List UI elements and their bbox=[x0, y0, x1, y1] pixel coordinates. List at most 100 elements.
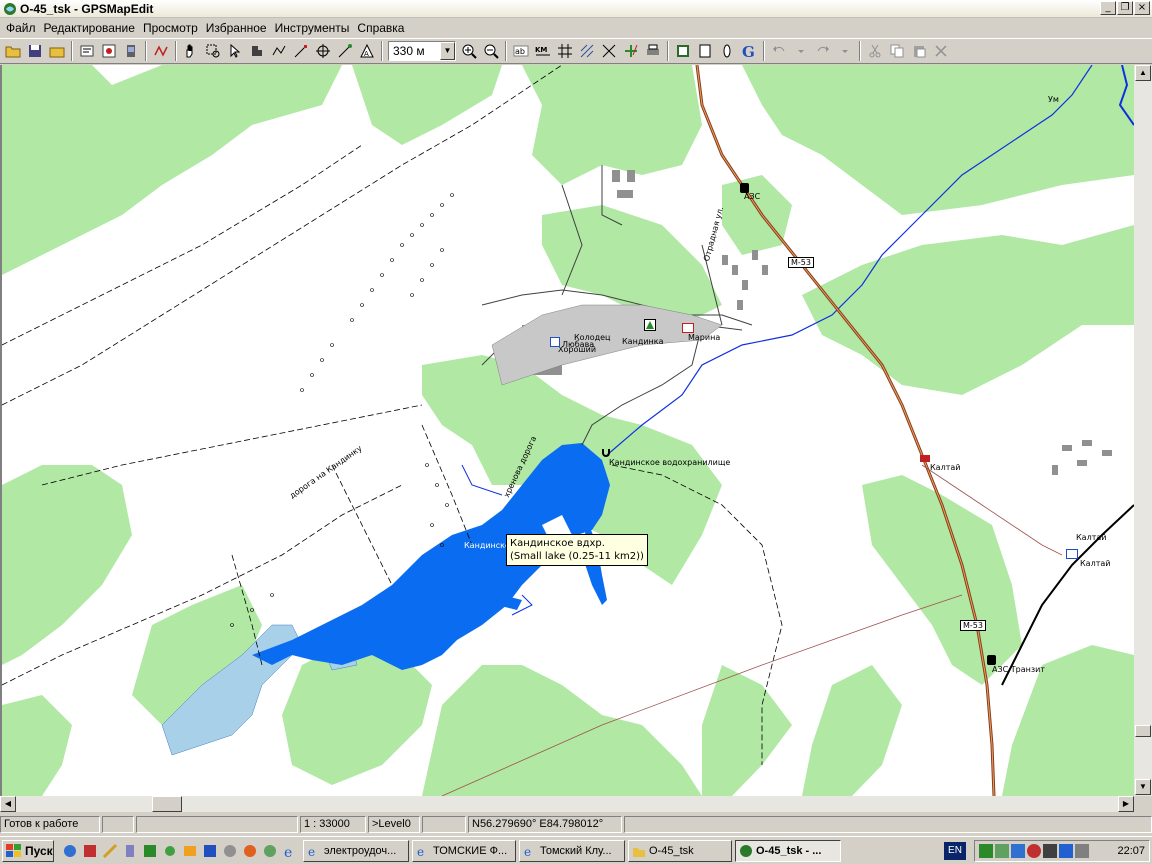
label-kandinsko: Кандинско bbox=[464, 541, 510, 550]
ie-icon[interactable]: e bbox=[280, 841, 300, 861]
task-item[interactable]: e электроудоч... bbox=[303, 839, 409, 862]
undo-icon[interactable] bbox=[768, 40, 790, 62]
scale-select[interactable]: 330 м ▼ bbox=[388, 41, 456, 61]
chevron-down-icon[interactable]: ▼ bbox=[440, 42, 455, 60]
zoom-rect-icon[interactable] bbox=[202, 40, 224, 62]
node-icon[interactable] bbox=[290, 40, 312, 62]
pointer-icon[interactable] bbox=[224, 40, 246, 62]
tray-icon[interactable] bbox=[1043, 844, 1057, 858]
redo-dropdown-icon[interactable] bbox=[834, 40, 856, 62]
scroll-left-button[interactable]: ◀ bbox=[0, 796, 16, 812]
move-icon[interactable] bbox=[312, 40, 334, 62]
labels-ab-icon[interactable]: ab bbox=[510, 40, 532, 62]
tray-icon[interactable] bbox=[979, 844, 993, 858]
firefox-icon[interactable] bbox=[240, 841, 260, 861]
vertical-scrollbar[interactable]: ▲ ▼ bbox=[1134, 65, 1152, 796]
quicklaunch-icon[interactable] bbox=[140, 841, 160, 861]
menu-file[interactable]: Файл bbox=[2, 21, 40, 35]
transform-icon[interactable] bbox=[334, 40, 356, 62]
task-item[interactable]: O-45_tsk bbox=[628, 839, 732, 862]
properties-icon[interactable] bbox=[76, 40, 98, 62]
close-button[interactable]: × bbox=[1134, 1, 1150, 15]
map-canvas[interactable]: Ум АЗС М-53 М-53 Отрадная ул. Колодец Лю… bbox=[0, 65, 1134, 796]
zoom-out-icon[interactable] bbox=[480, 40, 502, 62]
bus-stop-icon[interactable] bbox=[920, 455, 930, 462]
menu-view[interactable]: Просмотр bbox=[139, 21, 202, 35]
scroll-down-button[interactable]: ▼ bbox=[1135, 779, 1151, 795]
minimize-button[interactable]: _ bbox=[1100, 1, 1116, 15]
menu-tools[interactable]: Инструменты bbox=[271, 21, 354, 35]
label-horoshiy: Хороший bbox=[558, 345, 597, 354]
start-button[interactable]: Пуск bbox=[2, 839, 54, 862]
tray-icon[interactable] bbox=[1059, 844, 1073, 858]
open-icon[interactable] bbox=[2, 40, 24, 62]
horizontal-scrollbar[interactable]: ◀ ▶ bbox=[0, 796, 1134, 812]
tray-icon[interactable] bbox=[1027, 844, 1041, 858]
delete-icon[interactable] bbox=[930, 40, 952, 62]
shop-icon[interactable] bbox=[550, 337, 560, 347]
quicklaunch-icon[interactable] bbox=[160, 841, 180, 861]
task-item-active[interactable]: O-45_tsk - ... bbox=[735, 839, 841, 862]
anchor-icon[interactable] bbox=[602, 449, 610, 457]
tray-icon[interactable] bbox=[1075, 844, 1089, 858]
label-kandinka: Кандинка bbox=[622, 337, 664, 346]
cut-icon[interactable] bbox=[864, 40, 886, 62]
polyline-icon[interactable] bbox=[268, 40, 290, 62]
task-item[interactable]: e Томский Клу... bbox=[519, 839, 625, 862]
monument-icon[interactable] bbox=[644, 319, 656, 331]
quicklaunch-icon[interactable] bbox=[100, 841, 120, 861]
app-icon bbox=[4, 2, 16, 15]
gps-icon[interactable] bbox=[120, 40, 142, 62]
scroll-up-button[interactable]: ▲ bbox=[1135, 65, 1151, 81]
quicklaunch-icon[interactable] bbox=[200, 841, 220, 861]
shop-icon[interactable] bbox=[682, 323, 694, 333]
zoom-in-icon[interactable] bbox=[458, 40, 480, 62]
pan-icon[interactable] bbox=[246, 40, 268, 62]
route-icon[interactable] bbox=[598, 40, 620, 62]
fuel-icon[interactable] bbox=[740, 183, 749, 193]
info-icon[interactable] bbox=[716, 40, 738, 62]
menu-edit[interactable]: Редактирование bbox=[40, 21, 139, 35]
label-kaltay-1: Калтай bbox=[930, 463, 961, 472]
horizontal-scroll-thumb[interactable] bbox=[152, 796, 182, 812]
task-item[interactable]: e ТОМСКИЕ Ф... bbox=[412, 839, 516, 862]
scale-km-icon[interactable]: KM bbox=[532, 40, 554, 62]
vertical-scroll-thumb[interactable] bbox=[1135, 725, 1151, 737]
quicklaunch-icon[interactable] bbox=[60, 841, 80, 861]
redo-icon[interactable] bbox=[812, 40, 834, 62]
station-icon[interactable] bbox=[1066, 549, 1078, 559]
quicklaunch-icon[interactable] bbox=[220, 841, 240, 861]
menu-favorites[interactable]: Избранное bbox=[202, 21, 271, 35]
restore-button[interactable]: ❐ bbox=[1117, 1, 1133, 15]
label-azs-tranzit: АЗС Транзит bbox=[992, 665, 1045, 674]
tray-icon[interactable] bbox=[1011, 844, 1025, 858]
tray-icon[interactable] bbox=[995, 844, 1009, 858]
hand-icon[interactable] bbox=[180, 40, 202, 62]
quicklaunch-icon[interactable] bbox=[260, 841, 280, 861]
layers-icon[interactable] bbox=[672, 40, 694, 62]
fuel-icon[interactable] bbox=[987, 655, 996, 665]
hatch-icon[interactable] bbox=[576, 40, 598, 62]
save-icon[interactable] bbox=[24, 40, 46, 62]
quicklaunch-icon[interactable] bbox=[120, 841, 140, 861]
google-icon[interactable]: G bbox=[738, 40, 760, 62]
clock[interactable]: 22:07 bbox=[1117, 845, 1145, 857]
quicklaunch-icon[interactable] bbox=[80, 841, 100, 861]
plus-icon[interactable] bbox=[620, 40, 642, 62]
label-azs: АЗС bbox=[744, 192, 761, 201]
print-icon[interactable] bbox=[642, 40, 664, 62]
menu-help[interactable]: Справка bbox=[353, 21, 408, 35]
paste-icon[interactable] bbox=[908, 40, 930, 62]
status-level: >Level0 bbox=[368, 815, 420, 833]
scroll-right-button[interactable]: ▶ bbox=[1118, 796, 1134, 812]
label-icon[interactable]: A bbox=[356, 40, 378, 62]
folder-icon[interactable] bbox=[46, 40, 68, 62]
language-indicator[interactable]: EN bbox=[944, 842, 966, 860]
grid-icon[interactable] bbox=[554, 40, 576, 62]
quicklaunch-icon[interactable] bbox=[180, 841, 200, 861]
copy-icon[interactable] bbox=[886, 40, 908, 62]
page-icon[interactable] bbox=[694, 40, 716, 62]
undo-dropdown-icon[interactable] bbox=[790, 40, 812, 62]
waypoint-icon[interactable] bbox=[98, 40, 120, 62]
route-tool-icon[interactable] bbox=[150, 40, 172, 62]
